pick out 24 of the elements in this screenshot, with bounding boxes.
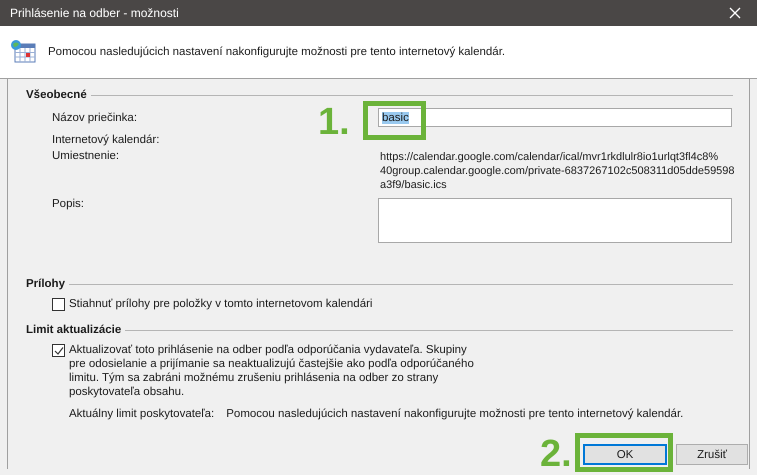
calendar-icon: [10, 38, 36, 66]
highlight-frame: [363, 101, 426, 140]
section-heading: Prílohy: [26, 278, 65, 290]
checkbox[interactable]: [52, 344, 65, 357]
provider-limit-value: Pomocou nasledujúcich nastavení nakonfigurujte možnosti pre tento internetový kalendár.: [226, 408, 684, 420]
location-url: https://calendar.google.com/calendar/ical/mvr1rkdlulr8io1urlqt3fl4c8% 40group.calendar.google.com/private-6837267102c508311d05dde59598 a3f9/basic.ics: [379, 150, 735, 192]
intro-text: Pomocou nasledujúcich nastavení nakonfigurujte možnosti pre tento internetový kalendár.: [48, 46, 506, 58]
window-title: Prihlásenie na odber - možnosti: [10, 6, 179, 20]
provider-limit-label: Aktuálny limit poskytovateľa:: [69, 408, 214, 420]
field-label: Popis:: [51, 198, 85, 210]
step-number: 1.: [318, 103, 350, 141]
cancel-button[interactable]: Zrušiť: [676, 444, 748, 465]
description-field[interactable]: [378, 198, 732, 243]
folder-name-field[interactable]: basic: [378, 108, 732, 127]
checkbox-label[interactable]: Stiahnuť prílohy pre položky v tomto internetovom kalendári: [69, 297, 569, 311]
field-label: Internetový kalendár:: [51, 134, 160, 146]
step-number: 2.: [540, 435, 572, 473]
field-label: Umiestnenie:: [51, 150, 120, 162]
section-heading: Limit aktualizácie: [26, 324, 122, 336]
ok-button[interactable]: OK: [583, 444, 667, 465]
checkbox[interactable]: [52, 298, 65, 311]
section-heading: Všeobecné: [26, 89, 87, 101]
field-label: Názov priečinka:: [51, 112, 138, 124]
checkbox-label[interactable]: Aktualizovať toto prihlásenie na odber podľa odporúčania vydavateľa. Skupiny pre odosielanie a prijímanie sa neaktualizujú častejšie ako podľa odporúčaného limitu. Tým sa zabráni možnému zrušeniu prihlásenia na odber zo strany poskytovateľa obsahu.: [69, 343, 474, 399]
